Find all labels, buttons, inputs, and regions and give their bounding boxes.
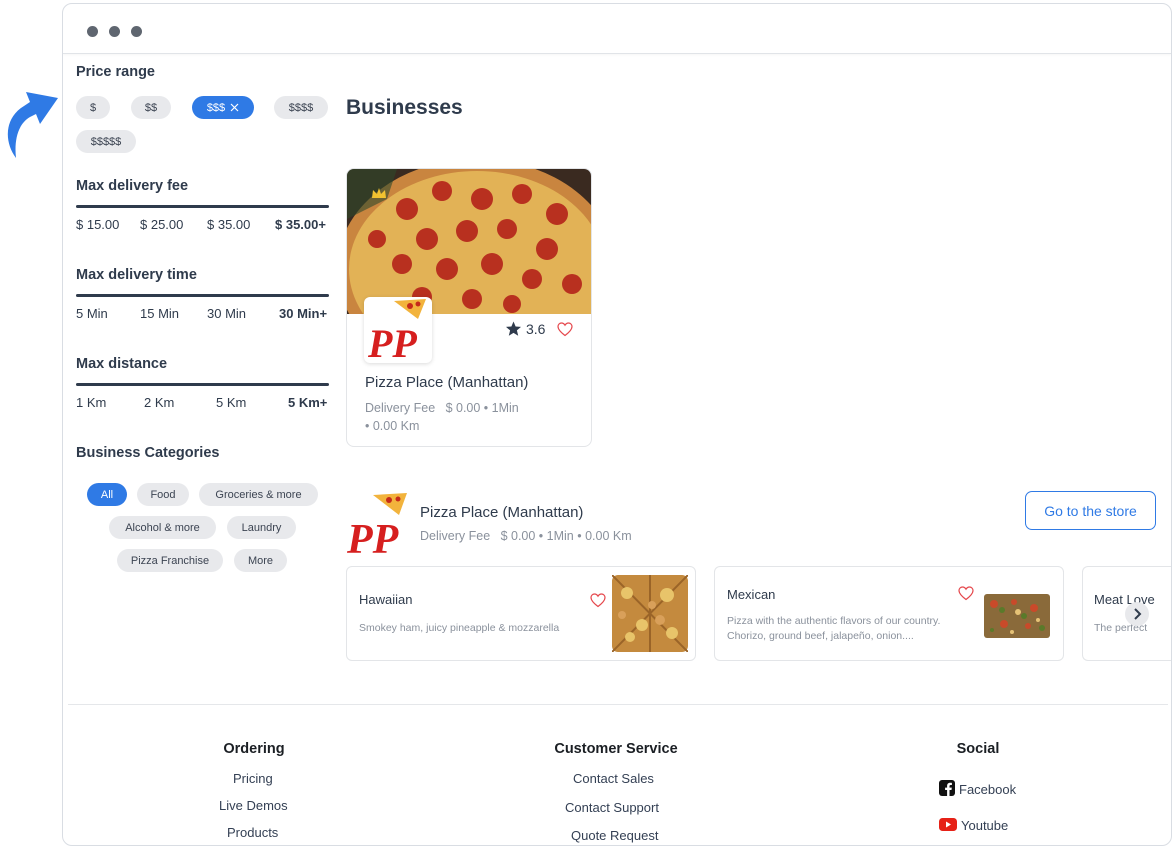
slider-tick-selected[interactable]: 30 Min+ — [279, 306, 327, 321]
category-chip[interactable]: Alcohol & more — [109, 516, 216, 539]
pizza-thumbnail — [612, 575, 688, 652]
slider-tick[interactable]: 5 Km — [216, 395, 246, 410]
price-option-label: $$$ — [206, 101, 226, 114]
slider-tick[interactable]: $ 35.00 — [207, 217, 250, 232]
go-to-store-button[interactable]: Go to the store — [1025, 491, 1156, 530]
delivery-time-slider[interactable] — [76, 294, 329, 297]
business-name[interactable]: Pizza Place (Manhattan) — [365, 374, 528, 391]
category-chip[interactable]: Pizza Franchise — [117, 549, 223, 572]
slider-tick[interactable]: 30 Min — [207, 306, 246, 321]
price-option[interactable]: $$$$ — [274, 96, 328, 119]
footer-heading: Ordering — [223, 741, 285, 757]
carousel-next-button[interactable] — [1125, 602, 1149, 626]
curved-arrow-icon — [7, 92, 58, 158]
category-chip[interactable]: Laundry — [227, 516, 296, 539]
delivery-time-title: Max delivery time — [76, 267, 197, 283]
heart-icon[interactable] — [590, 593, 606, 608]
delivery-fee-title: Max delivery fee — [76, 178, 189, 194]
rating-value: 3.6 — [526, 321, 546, 337]
category-chip[interactable]: More — [234, 549, 287, 572]
category-chip[interactable]: Groceries & more — [199, 483, 318, 506]
distance-slider[interactable] — [76, 383, 329, 386]
star-icon — [506, 321, 521, 336]
store-details: Delivery Fee $ 0.00 • 1Min • 0.00 Km — [420, 529, 632, 543]
footer-ordering: Ordering — [204, 741, 304, 757]
footer-social: Social — [938, 741, 1018, 757]
business-card[interactable]: PP 3.6 Pizza Place (Manhattan) Delivery … — [346, 168, 592, 447]
footer-heading: Customer Service — [554, 741, 678, 757]
footer-link[interactable]: Pricing — [233, 771, 273, 786]
footer-social-link[interactable]: Facebook — [939, 779, 1016, 797]
delivery-fee-slider[interactable] — [76, 205, 329, 208]
footer-customer-service: Customer Service — [541, 741, 691, 757]
product-card[interactable]: Hawaiian Smokey ham, juicy pineapple & m… — [346, 566, 696, 661]
youtube-icon — [939, 817, 957, 831]
heart-icon[interactable] — [958, 586, 974, 601]
categories-title: Business Categories — [76, 445, 220, 461]
browser-window: Price range $ $$ $$$ $$$$ $$$$$ Max deli… — [62, 3, 1172, 846]
price-option[interactable]: $ — [76, 96, 110, 119]
slider-tick[interactable]: $ 25.00 — [140, 217, 183, 232]
product-card[interactable]: Mexican Pizza with the authentic flavors… — [714, 566, 1064, 661]
facebook-icon — [939, 780, 955, 796]
product-description-line: Chorizo, ground beef, jalapeño, onion...… — [727, 630, 914, 642]
close-icon[interactable] — [230, 103, 239, 112]
distance-line: • 0.00 Km — [365, 419, 420, 433]
logo-text: PP — [346, 517, 399, 559]
slider-tick[interactable]: $ 15.00 — [76, 217, 119, 232]
footer-link[interactable]: Live Demos — [219, 798, 288, 813]
price-option[interactable]: $$$$$ — [76, 130, 136, 153]
slider-tick[interactable]: 2 Km — [144, 395, 174, 410]
store-logo: PP — [346, 493, 407, 559]
store-name[interactable]: Pizza Place (Manhattan) — [420, 504, 583, 521]
footer-social-link[interactable]: Youtube — [939, 815, 1008, 833]
page-title: Businesses — [346, 96, 463, 119]
footer-link[interactable]: Contact Sales — [573, 771, 654, 786]
product-description: Smokey ham, juicy pineapple & mozzarella — [359, 622, 560, 634]
chevron-right-icon — [1133, 608, 1141, 620]
footer-heading: Social — [956, 741, 1000, 757]
footer-link[interactable]: Products — [227, 825, 278, 840]
crown-icon — [372, 188, 386, 198]
rating: 3.6 — [505, 321, 574, 337]
slider-tick[interactable]: 5 Min — [76, 306, 108, 321]
delivery-line: Delivery Fee $ 0.00 • 1Min — [365, 401, 519, 415]
youtube-label: Youtube — [961, 818, 1009, 833]
slider-tick-selected[interactable]: $ 35.00+ — [275, 217, 326, 232]
price-option[interactable]: $$ — [131, 96, 171, 119]
price-option-active[interactable]: $$$ — [192, 96, 254, 119]
heart-icon[interactable] — [557, 321, 574, 337]
slider-tick-selected[interactable]: 5 Km+ — [288, 395, 327, 410]
pizza-thumbnail — [984, 594, 1050, 638]
window-control-dot[interactable] — [109, 26, 120, 37]
distance-title: Max distance — [76, 356, 168, 372]
window-control-dot[interactable] — [87, 26, 98, 37]
slider-tick[interactable]: 1 Km — [76, 395, 106, 410]
product-description-line: Pizza with the authentic flavors of our … — [727, 615, 941, 627]
footer-link[interactable]: Quote Request — [571, 828, 658, 843]
title-bar — [63, 4, 1171, 54]
product-title: Mexican — [727, 587, 776, 602]
slider-tick[interactable]: 15 Min — [140, 306, 179, 321]
logo-text: PP — [367, 321, 417, 363]
facebook-label: Facebook — [959, 782, 1017, 797]
category-chip-active[interactable]: All — [87, 483, 127, 506]
category-chip[interactable]: Food — [137, 483, 189, 506]
product-title: Hawaiian — [359, 592, 413, 607]
footer-divider — [68, 704, 1168, 705]
business-details: Delivery Fee $ 0.00 • 1Min • 0.00 Km — [365, 399, 565, 435]
footer-link[interactable]: Contact Support — [565, 800, 659, 815]
window-control-dot[interactable] — [131, 26, 142, 37]
business-logo: PP — [364, 297, 432, 366]
price-range-title: Price range — [76, 64, 155, 80]
